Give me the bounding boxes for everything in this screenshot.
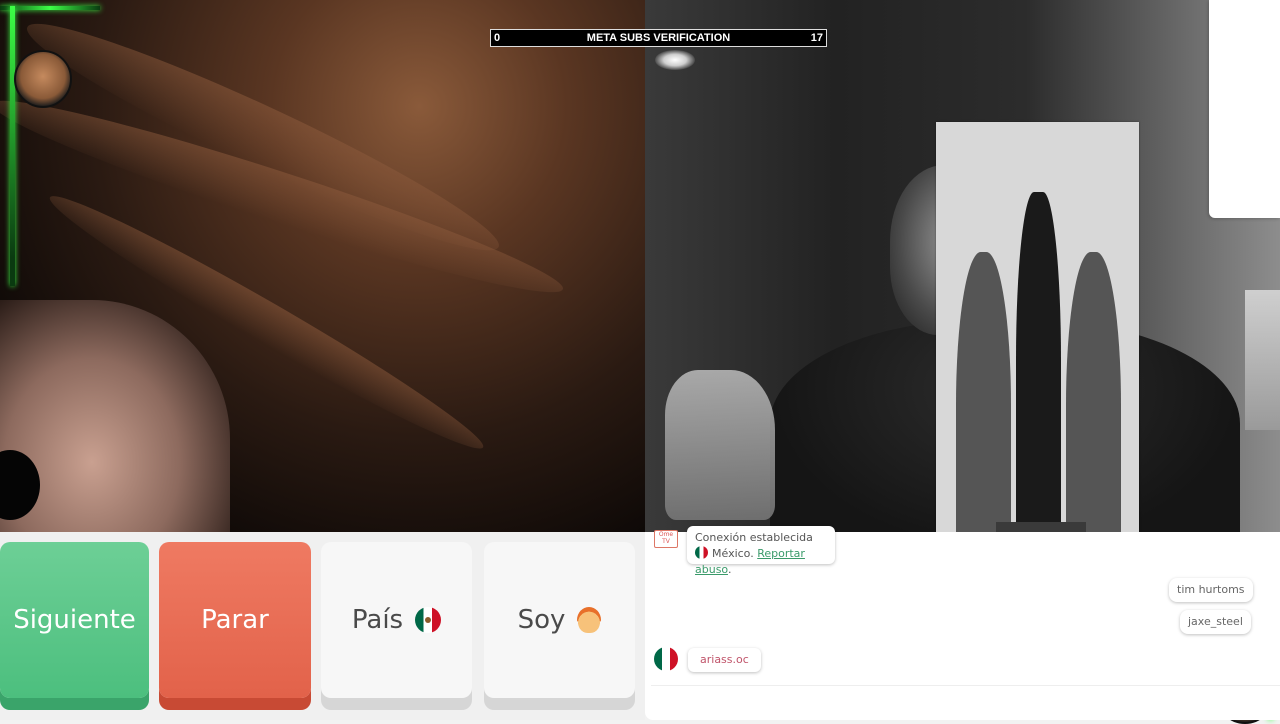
ceiling-lamp [655,50,695,70]
country-button-label: País [351,605,404,635]
neon-frame-top [0,6,100,10]
system-message: Conexión establecida México. Reportar ab… [687,526,835,576]
next-button[interactable]: Siguiente [0,542,149,698]
viewer-chip: jaxe_steel [1180,610,1251,634]
hand [665,370,775,520]
goal-start-count: 0 [494,32,501,44]
viewer-chip: tim hurtoms [1169,578,1253,602]
country-name: México. [712,547,754,560]
wall-poster [1245,290,1280,430]
stop-button-label: Parar [201,605,269,635]
goal-end-count: 17 [810,32,823,44]
neon-frame-left [10,6,15,286]
mexico-flag-icon [415,607,442,633]
country-button[interactable]: País [321,542,472,698]
goal-title: META SUBS VERIFICATION [586,32,731,44]
gender-button[interactable]: Soy [484,542,635,698]
overlay-panel [1209,0,1280,218]
person-emoji-icon [577,607,602,633]
country-line: México. Reportar abuso. [695,546,827,578]
report-suffix: . [727,563,732,576]
mexico-flag-icon [695,546,708,559]
ome-tv-logo-icon: Ome TV [654,530,678,548]
mexico-flag-icon [654,647,678,671]
stop-button[interactable]: Parar [159,542,311,698]
gender-button-label: Soy [517,605,566,635]
chat-divider [651,685,1280,686]
next-button-label: Siguiente [13,605,136,635]
control-panel: Siguiente Parar País Soy [0,532,645,720]
partner-username: ariass.oc [688,648,761,672]
remote-video [0,0,645,532]
connection-status: Conexión establecida [695,531,813,544]
streamer-avatar-icon [14,50,72,108]
subs-goal-bar: 0 META SUBS VERIFICATION 17 [490,29,827,47]
